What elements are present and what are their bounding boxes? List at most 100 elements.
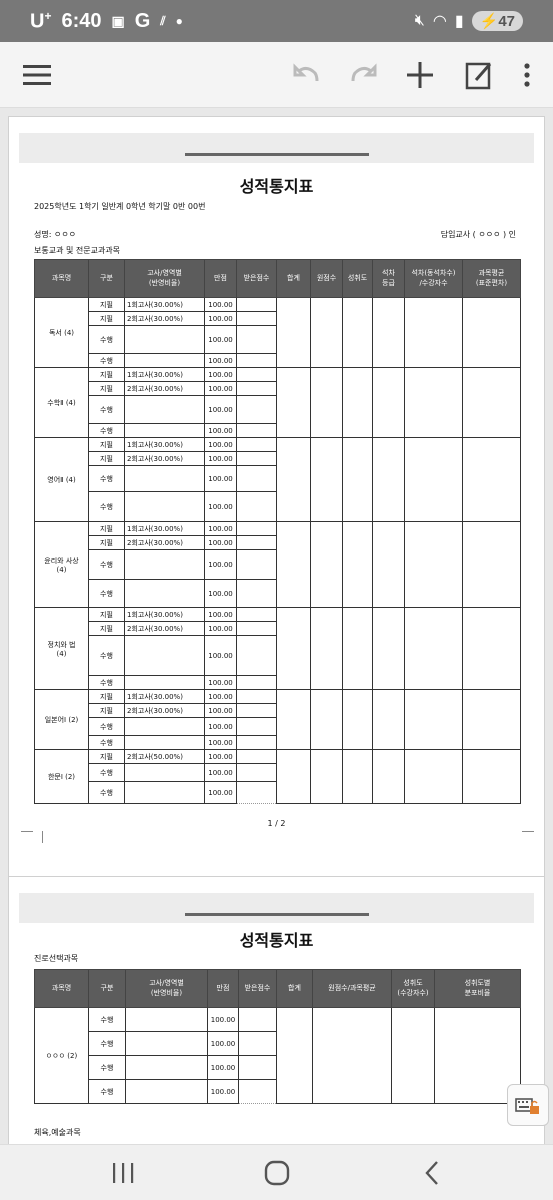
summary-cell (372, 521, 405, 608)
summary-cell (342, 367, 373, 438)
category-cell: 지필 (88, 521, 125, 536)
max-score-cell: 100.00 (207, 1055, 239, 1080)
score-cell (236, 311, 277, 326)
exam-cell (125, 1007, 208, 1032)
more-options-icon[interactable] (510, 58, 544, 92)
table-row: 수학Ⅱ (4) 지필 1회고사(30.00%) 100.00 (34, 367, 521, 438)
summary-cell (404, 749, 463, 804)
menu-icon[interactable] (20, 58, 54, 92)
max-score-cell: 100.00 (204, 549, 237, 580)
summary-cell (462, 689, 521, 750)
column-header: 고사/영역별 (반영비율) (124, 259, 205, 298)
add-icon[interactable] (403, 58, 437, 92)
exam-cell: 1회고사(30.00%) (124, 297, 205, 312)
summary-cell (310, 607, 343, 690)
category-cell: 수행 (88, 423, 125, 438)
summary-cell (276, 749, 311, 804)
summary-cell (372, 607, 405, 690)
exam-cell: 2회고사(30.00%) (124, 621, 205, 636)
exam-cell (124, 675, 205, 690)
score-cell (236, 763, 277, 782)
page-title: 성적통지표 (239, 177, 314, 196)
page-number: 1 / 2 (267, 819, 286, 828)
section-title: 진로선택과목 (34, 954, 79, 963)
summary-cell (310, 367, 343, 438)
home-button[interactable] (257, 1157, 297, 1189)
category-cell: 수행 (88, 353, 125, 368)
score-cell (236, 325, 277, 354)
category-cell: 수행 (88, 325, 125, 354)
summary-cell (404, 367, 463, 438)
summary-cell (404, 297, 463, 368)
max-score-cell: 100.00 (204, 521, 237, 536)
table-row: 일본어Ⅰ (2) 지필 1회고사(30.00%) 100.00 (34, 689, 521, 750)
max-score-cell: 100.00 (204, 675, 237, 690)
section-title: 체육,예술과목 (34, 1128, 81, 1137)
table-row: ㅇㅇㅇ (2) 수행 100.00 (34, 1007, 521, 1104)
recent-apps-button[interactable] (103, 1157, 143, 1189)
column-header: 과목명 (34, 969, 89, 1008)
document-viewer[interactable]: 성적통지표 2025학년도 1학기 일반계 0학년 학기말 0반 00번 성명:… (0, 108, 553, 1144)
redo-icon[interactable] (346, 58, 380, 92)
max-score-cell: 100.00 (204, 367, 237, 382)
summary-cell (276, 437, 311, 522)
signal-icon: ▮ (454, 13, 464, 30)
summary-cell (310, 297, 343, 368)
summary-cell (276, 607, 311, 690)
score-cell (238, 1055, 277, 1080)
category-cell: 지필 (88, 311, 125, 326)
max-score-cell: 100.00 (204, 395, 237, 424)
column-header: 석차(동석차수) /수강자수 (404, 259, 463, 298)
page-header-bar (19, 133, 534, 163)
max-score-cell: 100.00 (204, 437, 237, 452)
max-score-cell: 100.00 (207, 1079, 239, 1104)
score-cell (236, 689, 277, 704)
document-page-2: 성적통지표 진로선택과목 과목명 구분 고사/영역별 (반영비율) 만점 받은점수 합계 원… (8, 876, 545, 1144)
exam-cell (124, 353, 205, 368)
category-cell: 지필 (88, 621, 125, 636)
category-cell: 지필 (88, 297, 125, 312)
summary-cell (310, 749, 343, 804)
max-score-cell: 100.00 (204, 535, 237, 550)
max-score-cell: 100.00 (204, 579, 237, 608)
max-score-cell: 100.00 (204, 607, 237, 622)
exam-cell (125, 1031, 208, 1056)
summary-cell (462, 521, 521, 608)
max-score-cell: 100.00 (207, 1031, 239, 1056)
category-cell: 지필 (88, 367, 125, 382)
exam-cell (124, 635, 205, 676)
summary-cell (342, 437, 373, 522)
lock-button[interactable] (507, 1084, 549, 1126)
summary-cell (372, 367, 405, 438)
max-score-cell: 100.00 (204, 781, 237, 804)
page-header-bar (19, 893, 534, 923)
score-cell (236, 491, 277, 522)
score-cell (238, 1031, 277, 1056)
column-header: 구분 (88, 969, 126, 1008)
max-score-cell: 100.00 (204, 451, 237, 466)
exam-cell (124, 491, 205, 522)
subject-name: 윤리와 사상 (4) (34, 521, 89, 608)
crop-mark (33, 831, 43, 843)
category-cell: 지필 (88, 607, 125, 622)
summary-cell (372, 689, 405, 750)
column-header: 만점 (207, 969, 239, 1008)
wifi-icon: ◠ (432, 13, 447, 30)
homeroom-teacher: 담임교사 ( ㅇㅇㅇ ) 인 (440, 230, 516, 239)
max-score-cell: 100.00 (204, 353, 237, 368)
category-cell: 수행 (88, 465, 125, 492)
score-cell (236, 437, 277, 452)
max-score-cell: 100.00 (204, 689, 237, 704)
undo-icon[interactable] (290, 58, 324, 92)
exam-cell (125, 1055, 208, 1080)
crop-mark (21, 831, 33, 841)
category-cell: 지필 (88, 749, 125, 764)
column-header: 받은점수 (236, 259, 277, 298)
summary-cell (404, 607, 463, 690)
score-cell (236, 675, 277, 690)
edit-icon[interactable] (462, 58, 496, 92)
back-button[interactable] (412, 1157, 452, 1189)
exam-cell: 1회고사(30.00%) (124, 437, 205, 452)
score-cell (236, 367, 277, 382)
exam-cell (124, 781, 205, 804)
